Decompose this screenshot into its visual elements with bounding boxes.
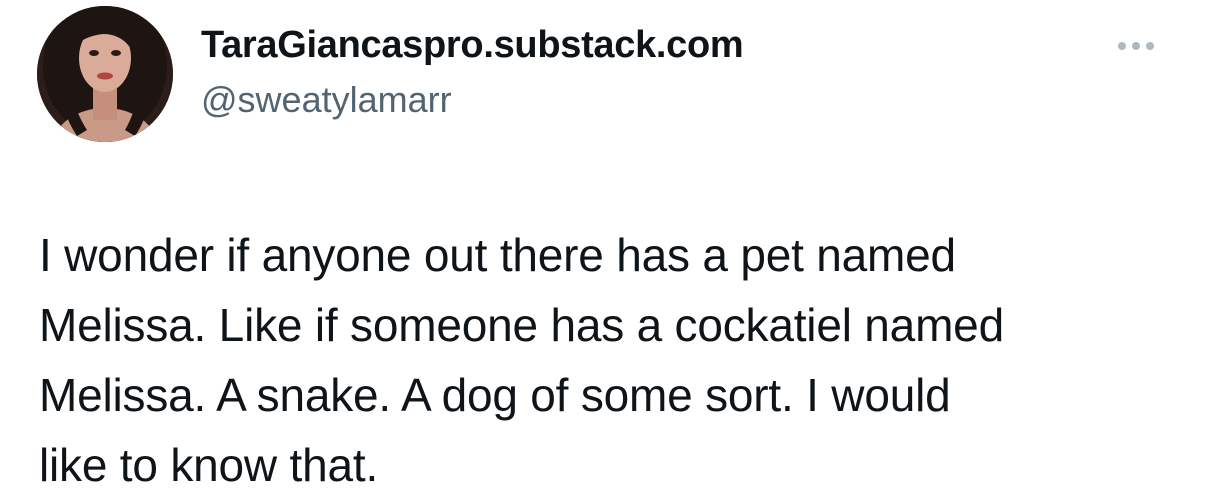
display-name[interactable]: TaraGiancaspro.substack.com xyxy=(201,22,744,68)
profile-photo-icon xyxy=(37,6,173,142)
tweet-text: I wonder if anyone out there has a pet n… xyxy=(39,220,1179,500)
tweet-text-line: like to know that. xyxy=(39,439,379,491)
tweet-text-line: Melissa. Like if someone has a cockatiel… xyxy=(39,299,1004,351)
more-options-button[interactable] xyxy=(1110,32,1166,60)
avatar[interactable] xyxy=(37,6,173,142)
more-options-icon xyxy=(1118,42,1154,50)
user-handle[interactable]: @sweatylamarr xyxy=(201,78,452,122)
tweet-text-line: Melissa. A snake. A dog of some sort. I … xyxy=(39,369,951,421)
tweet-text-line: I wonder if anyone out there has a pet n… xyxy=(39,229,956,281)
tweet-card: TaraGiancaspro.substack.com @sweatylamar… xyxy=(0,0,1206,499)
